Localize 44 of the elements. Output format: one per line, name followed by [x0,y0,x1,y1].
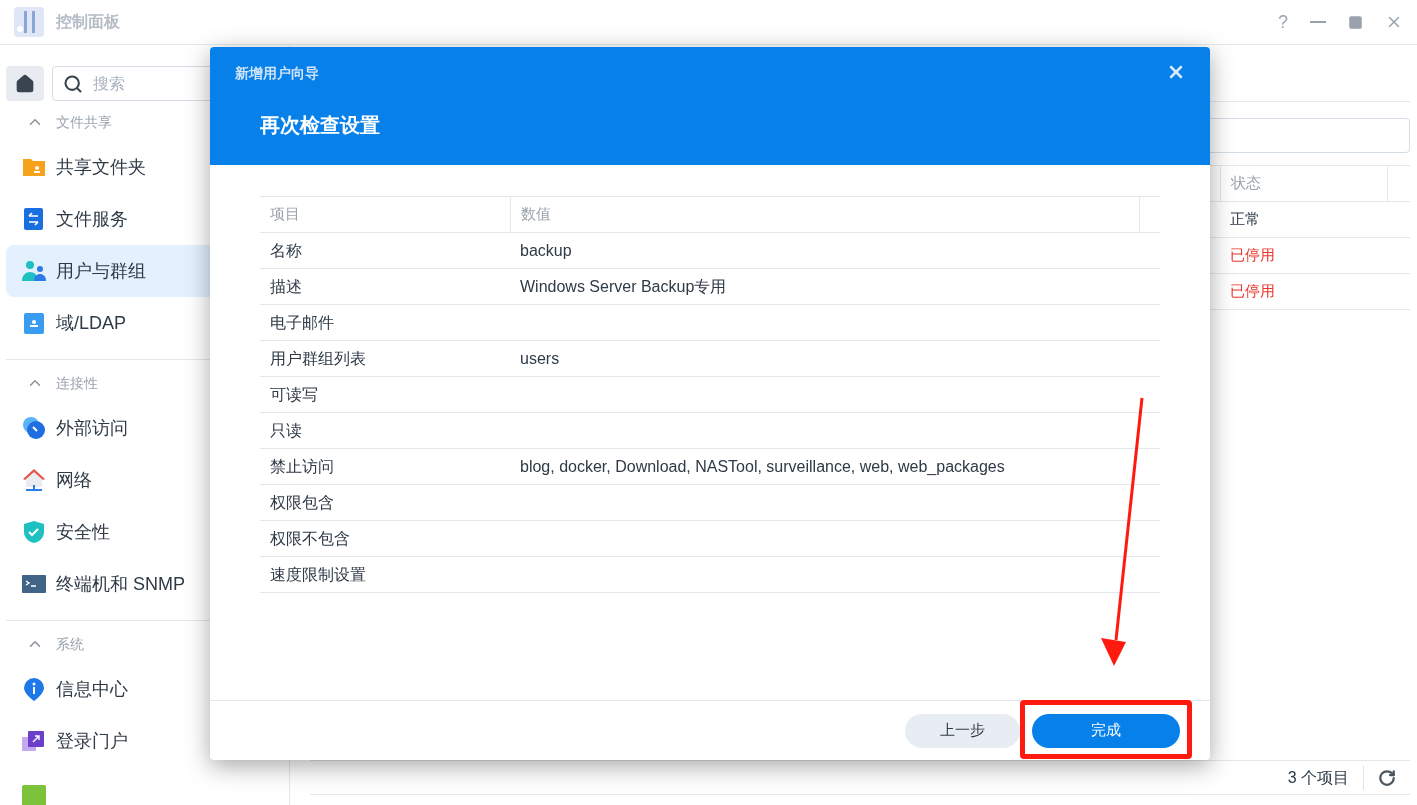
refresh-button[interactable] [1378,768,1396,787]
status-cell: 已停用 [1220,238,1388,274]
sidebar-item[interactable]: 共享文件夹 [6,141,283,193]
table-cell: 权限包含 [260,485,510,521]
table-cell: 禁止访问 [260,449,510,485]
window-title: 控制面板 [56,12,120,32]
table-cell-text: users [520,348,560,369]
status-cell: 正常 [1220,202,1388,238]
table-cell: 用户群组列表 [260,341,510,377]
maximize-icon [1348,14,1363,30]
table-cell: 描述 [260,269,510,305]
users-icon [22,259,46,283]
maximize-button[interactable] [1348,14,1363,30]
table-cell: 权限不包含 [260,521,510,557]
status-cell: 已停用 [1220,274,1388,310]
shield-icon [22,520,46,544]
globe-icon [22,416,46,440]
table-cell: 可读写 [260,377,510,413]
terminal-icon [22,572,46,596]
house-icon [22,468,46,492]
finish-button[interactable]: 完成 [1032,713,1180,748]
item-count: 3 个项目 [1287,767,1349,788]
table-cell: 名称 [260,233,510,269]
table-cell-text: blog, docker, Download, NASTool, surveillance, web, web_packages [520,456,1005,477]
dialog-heading: 再次检查设置 [260,113,381,138]
file-exchange-icon [22,207,46,231]
table-cell: 电子邮件 [260,305,510,341]
home-icon [15,73,35,94]
refresh-icon [1378,768,1396,787]
app-icon [14,7,44,37]
table-cell: 只读 [260,413,510,449]
table-cell-text: backup [520,240,572,261]
portal-icon [22,729,46,753]
column-header: 项目 [260,197,510,233]
search-icon [63,74,83,94]
table-cell-text: Windows Server Backup专用 [520,276,727,297]
minimize-icon [1310,21,1326,23]
back-button[interactable]: 上一步 [905,713,1020,748]
table-cell: 速度限制设置 [260,557,510,593]
sidebar-item[interactable]: 信息中心 [6,663,283,715]
id-card-icon [22,311,46,335]
info-icon [22,677,46,701]
column-header: 数值 [510,197,1140,233]
home-button[interactable] [6,66,44,101]
